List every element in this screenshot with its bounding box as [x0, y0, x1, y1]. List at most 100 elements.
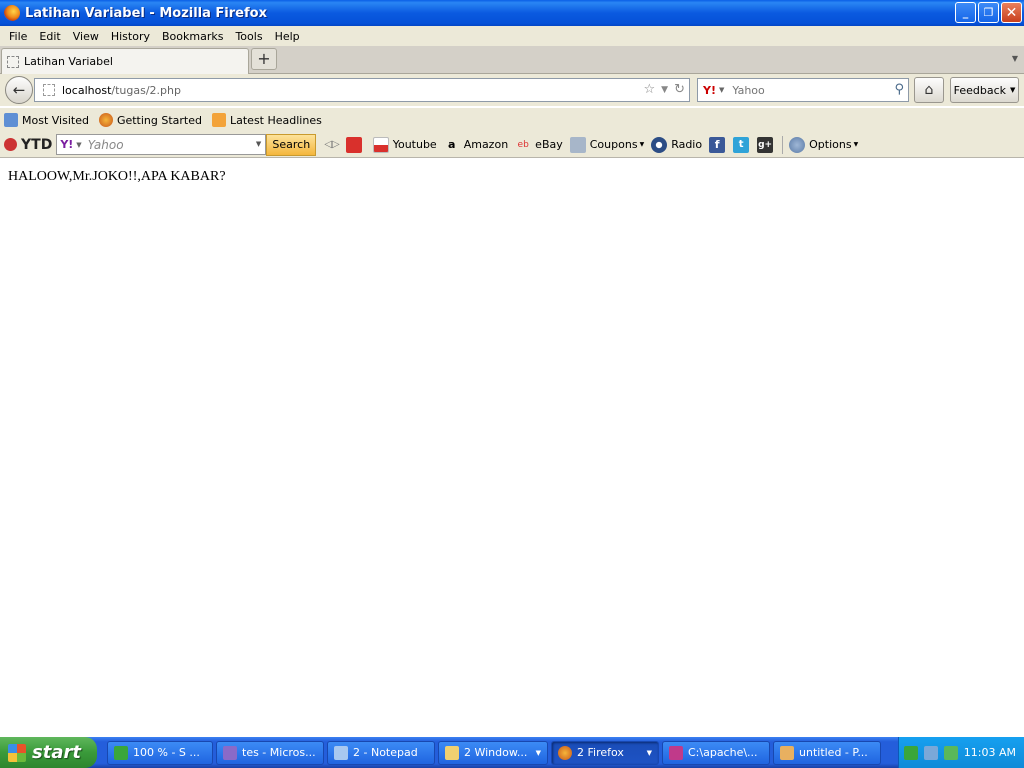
twitter-link[interactable]: t [733, 136, 753, 153]
menu-bookmarks[interactable]: Bookmarks [156, 30, 229, 43]
ytd-logo[interactable]: YTD [4, 137, 52, 153]
taskbar-item-label: tes - Micros... [242, 746, 316, 759]
history-dropdown-icon[interactable]: ▼ [661, 82, 668, 98]
radio-label: Radio [671, 138, 703, 151]
title-bar[interactable]: Latihan Variabel - Mozilla Firefox _ ❐ ✕ [0, 0, 1024, 26]
url-bar[interactable]: localhost/tugas/2.php ☆ ▼ ↻ [34, 78, 690, 102]
start-button[interactable]: start [0, 737, 97, 768]
firefox-window: Latihan Variabel - Mozilla Firefox _ ❐ ✕… [0, 0, 1024, 768]
taskbar-item-firefox[interactable]: 2 Firefox ▼ [551, 740, 659, 765]
yahoo-toolbar: YTD Y! ▼ Yahoo ▼ Search ◁▷ Youtube a Ama… [0, 132, 1024, 158]
chevron-down-icon[interactable]: ▼ [76, 141, 81, 149]
amazon-link[interactable]: a Amazon [444, 137, 508, 153]
feedback-button[interactable]: Feedback ▼ [950, 77, 1019, 103]
tab-title: Latihan Variabel [24, 55, 113, 68]
bookmark-most-visited[interactable]: Most Visited [4, 113, 89, 127]
back-button[interactable]: ← [5, 76, 33, 104]
taskbar-item-paint[interactable]: untitled - P... [773, 740, 881, 765]
app-icon [114, 745, 128, 760]
facebook-link[interactable]: f [709, 136, 729, 153]
rss-feed-icon [212, 113, 226, 127]
page-content: HALOOW,Mr.JOKO!!,APA KABAR? [0, 159, 1024, 737]
yahoo-search-field[interactable]: Y! ▼ Yahoo ▼ [56, 134, 267, 155]
taskbar-item-s[interactable]: 100 % - S ... [107, 740, 213, 765]
tab-latihan-variabel[interactable]: Latihan Variabel [1, 48, 249, 74]
twitter-icon: t [733, 136, 750, 153]
options-button[interactable]: Options ▼ [789, 136, 859, 153]
google-plus-link[interactable]: g+ [757, 136, 777, 153]
taskbar-item-apache[interactable]: C:\apache\... [662, 740, 770, 765]
menu-view[interactable]: View [67, 30, 105, 43]
google-plus-icon: g+ [757, 136, 774, 153]
youtube-label: Youtube [392, 138, 437, 151]
taskbar-buttons: 100 % - S ... tes - Micros... 2 - Notepa… [107, 740, 881, 765]
ebay-label: eBay [535, 138, 563, 151]
search-bar[interactable]: Y! ▼ ⚲ [697, 78, 909, 102]
search-input[interactable] [732, 83, 873, 97]
tray-icon[interactable] [903, 745, 918, 760]
taskbar-item-label: C:\apache\... [688, 746, 758, 759]
navigation-bar: ← localhost/tugas/2.php ☆ ▼ ↻ Y! ▼ ⚲ ⌂ F… [0, 74, 1024, 106]
bookmark-star-icon[interactable]: ☆ [644, 82, 656, 98]
coupons-label: Coupons [589, 138, 638, 151]
yahoo-engine-icon[interactable]: Y! [703, 84, 716, 97]
bookmark-label: Most Visited [22, 113, 89, 127]
taskbar-item-microsoft[interactable]: tes - Micros... [216, 740, 324, 765]
dropdown-arrow-icon[interactable]: ▼ [256, 140, 261, 148]
radio-icon [651, 136, 668, 153]
reload-icon[interactable]: ↻ [674, 82, 685, 98]
engine-dropdown-icon[interactable]: ▼ [719, 86, 724, 94]
most-visited-icon [4, 113, 18, 127]
taskbar-item-notepad[interactable]: 2 - Notepad [327, 740, 435, 765]
menu-file[interactable]: File [3, 30, 33, 43]
feedback-label: Feedback [953, 83, 1006, 97]
url-host: localhost [62, 83, 112, 97]
apache-icon [669, 745, 683, 760]
system-tray: 11:03 AM [898, 737, 1024, 768]
minimize-button[interactable]: _ [955, 2, 976, 23]
ytd-label: YTD [21, 136, 53, 153]
home-button[interactable]: ⌂ [914, 77, 944, 103]
taskbar-item-label: 100 % - S ... [133, 746, 200, 759]
folder-icon [445, 745, 459, 760]
youtube-link[interactable]: Youtube [372, 136, 437, 153]
chevron-down-icon: ▼ [1010, 86, 1016, 94]
ebay-link[interactable]: eb eBay [515, 137, 563, 153]
amazon-label: Amazon [463, 138, 509, 151]
restore-button[interactable]: ❐ [978, 2, 999, 23]
search-icon[interactable]: ⚲ [894, 82, 904, 97]
window-title: Latihan Variabel - Mozilla Firefox [25, 5, 267, 21]
menu-tools[interactable]: Tools [229, 30, 268, 43]
taskbar-item-label: 2 Firefox [577, 746, 624, 759]
chevron-down-icon: ▼ [639, 141, 645, 148]
yahoo-search-placeholder: Yahoo [87, 137, 124, 152]
page-icon [7, 55, 19, 68]
gear-icon [789, 136, 806, 153]
radio-link[interactable]: Radio [651, 136, 703, 153]
new-tab-button[interactable]: + [251, 48, 277, 70]
network-icon[interactable] [923, 745, 938, 760]
toolbar-grip-icon[interactable]: ◁▷ [324, 139, 339, 150]
menu-edit[interactable]: Edit [33, 30, 66, 43]
coupons-link[interactable]: Coupons ▼ [569, 136, 645, 153]
start-label: start [32, 742, 81, 763]
menu-help[interactable]: Help [269, 30, 306, 43]
bookmarks-toolbar: Most Visited Getting Started Latest Head… [0, 108, 1024, 132]
bookmark-label: Latest Headlines [230, 113, 322, 127]
yahoo-search-button[interactable]: Search [266, 133, 317, 156]
site-identity-icon[interactable] [43, 84, 55, 96]
tray-icon[interactable] [943, 745, 958, 760]
taskbar-item-windows-explorer[interactable]: 2 Window... ▼ [438, 740, 548, 765]
bookmark-label: Getting Started [116, 113, 202, 127]
menu-history[interactable]: History [105, 30, 156, 43]
clock[interactable]: 11:03 AM [964, 746, 1016, 759]
close-button[interactable]: ✕ [1001, 2, 1022, 23]
tab-list-icon[interactable]: ▼ [1012, 54, 1018, 63]
home-icon: ⌂ [924, 82, 934, 98]
bookmark-getting-started[interactable]: Getting Started [98, 113, 202, 127]
chevron-down-icon: ▼ [853, 141, 859, 148]
download-link[interactable] [345, 136, 366, 153]
firefox-icon [98, 113, 113, 127]
notepad-icon [334, 745, 348, 760]
bookmark-latest-headlines[interactable]: Latest Headlines [212, 113, 322, 127]
